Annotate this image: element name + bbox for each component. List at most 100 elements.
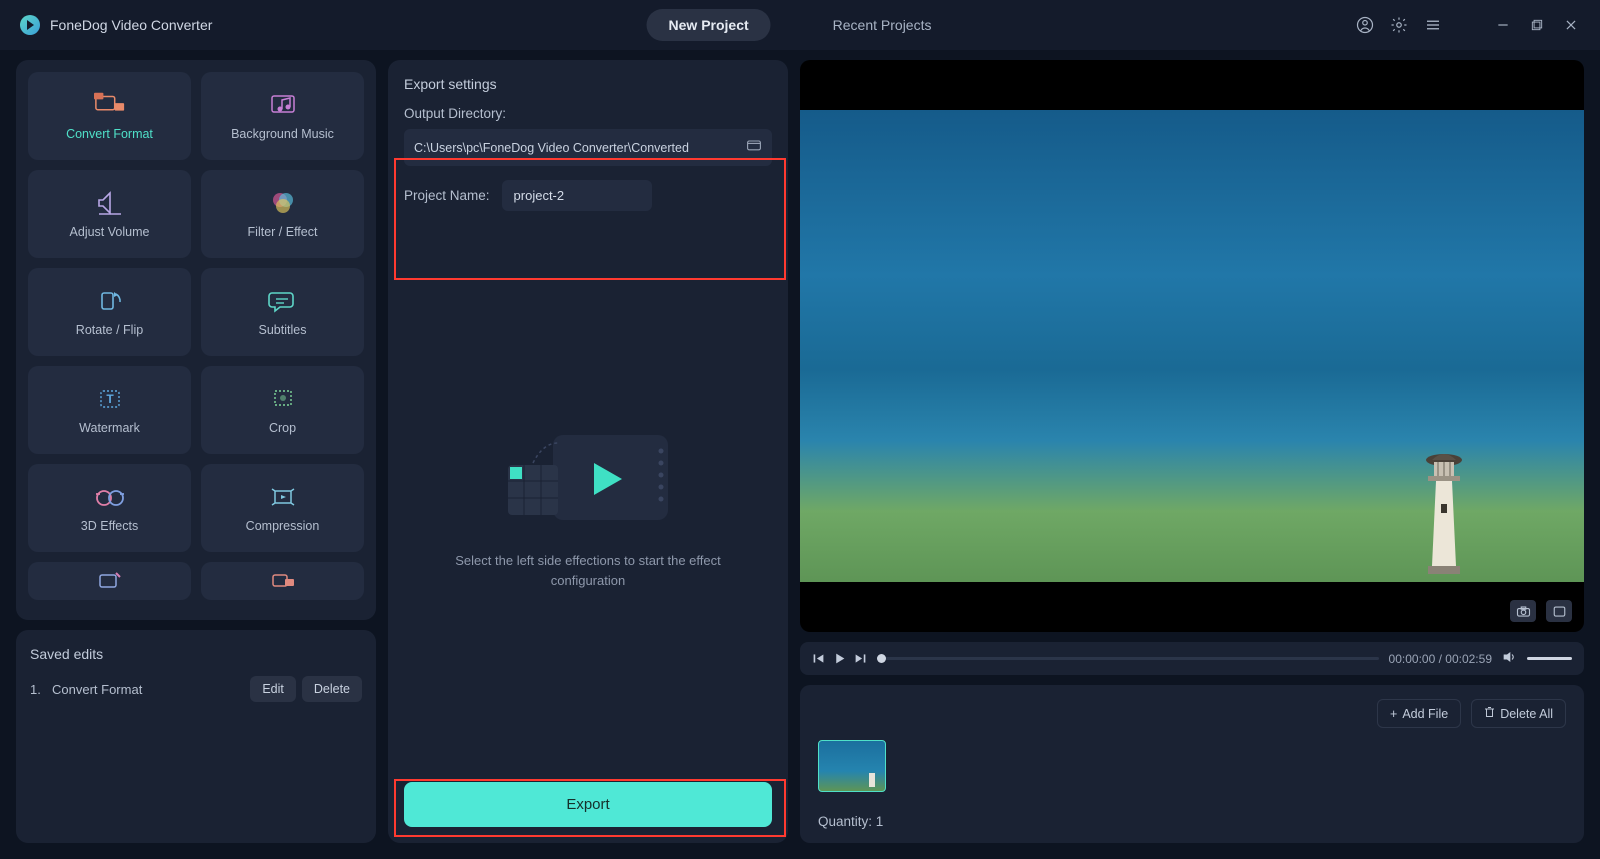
tool-label: Adjust Volume	[70, 225, 150, 239]
tool-label: Convert Format	[66, 127, 153, 141]
tools-panel: Convert Format Background Music Adjust V…	[16, 60, 376, 620]
menu-icon[interactable]	[1424, 16, 1442, 34]
playback-controls	[812, 652, 867, 665]
export-button[interactable]: Export	[404, 782, 772, 827]
trash-icon	[1484, 706, 1495, 721]
music-icon	[267, 91, 299, 119]
app-logo-icon	[20, 15, 40, 35]
tool-extra-1[interactable]	[28, 562, 191, 600]
project-name-label: Project Name:	[404, 188, 490, 203]
files-panel: +Add File Delete All Quantity: 1	[800, 685, 1584, 843]
preview-frame	[800, 110, 1584, 582]
saved-edit-index: 1.	[30, 682, 52, 697]
titlebar-brand: FoneDog Video Converter	[20, 15, 212, 35]
next-icon[interactable]	[854, 652, 867, 665]
tool-label: Compression	[246, 519, 320, 533]
app-title: FoneDog Video Converter	[50, 17, 212, 33]
saved-edit-name: Convert Format	[52, 682, 244, 697]
tool-label: Subtitles	[259, 323, 307, 337]
files-actions: +Add File Delete All	[818, 699, 1566, 728]
crop-icon	[267, 385, 299, 413]
tool-crop[interactable]: Crop	[201, 366, 364, 454]
add-file-button[interactable]: +Add File	[1377, 699, 1461, 728]
convert-format-icon	[94, 91, 126, 119]
project-name-row: Project Name:	[404, 180, 772, 211]
tool-3d-effects[interactable]: 3D Effects	[28, 464, 191, 552]
tool-watermark[interactable]: T Watermark	[28, 366, 191, 454]
volume-icon[interactable]	[1502, 650, 1517, 667]
export-title: Export settings	[404, 76, 772, 92]
tool-filter-effect[interactable]: Filter / Effect	[201, 170, 364, 258]
effect-placeholder: Select the left side effections to start…	[404, 231, 772, 782]
quantity-display: Quantity: 1	[818, 814, 1566, 829]
screenshot-icon[interactable]	[1510, 600, 1536, 622]
project-name-input[interactable]	[502, 180, 652, 211]
tool-rotate-flip[interactable]: Rotate / Flip	[28, 268, 191, 356]
preview-wrapper	[800, 60, 1584, 632]
left-column: Convert Format Background Music Adjust V…	[16, 60, 376, 843]
watermark-icon: T	[94, 385, 126, 413]
close-icon[interactable]	[1562, 16, 1580, 34]
subtitles-icon	[267, 287, 299, 315]
tool-compression[interactable]: Compression	[201, 464, 364, 552]
output-directory-field[interactable]: C:\Users\pc\FoneDog Video Converter\Conv…	[404, 129, 772, 166]
tool-label: Rotate / Flip	[76, 323, 143, 337]
lighthouse-graphic	[1414, 444, 1474, 574]
tool-extra-2[interactable]	[201, 562, 364, 600]
3d-icon	[94, 483, 126, 511]
saved-edits-panel: Saved edits 1. Convert Format Edit Delet…	[16, 630, 376, 843]
file-thumbnail[interactable]	[818, 740, 886, 792]
tool-label: Watermark	[79, 421, 140, 435]
settings-icon[interactable]	[1390, 16, 1408, 34]
placeholder-graphic-icon	[498, 423, 678, 533]
volume-slider[interactable]	[1527, 657, 1572, 660]
tool-label: Filter / Effect	[248, 225, 318, 239]
saved-edits-title: Saved edits	[30, 646, 362, 662]
filter-icon	[267, 189, 299, 217]
preview-overlay-controls	[1510, 600, 1572, 622]
gif-icon	[267, 570, 299, 592]
volume-icon	[94, 189, 126, 217]
rotate-icon	[94, 287, 126, 315]
tools-grid: Convert Format Background Music Adjust V…	[28, 72, 364, 600]
fullscreen-icon[interactable]	[1546, 600, 1572, 622]
video-preview	[800, 60, 1584, 632]
folder-browse-icon[interactable]	[746, 138, 762, 157]
minimize-icon[interactable]	[1494, 16, 1512, 34]
progress-handle[interactable]	[877, 654, 886, 663]
output-directory-label: Output Directory:	[404, 106, 772, 121]
titlebar: FoneDog Video Converter New Project Rece…	[0, 0, 1600, 50]
edit-button[interactable]: Edit	[250, 676, 296, 702]
tab-new-project[interactable]: New Project	[647, 9, 771, 41]
progress-bar[interactable]	[877, 657, 1379, 660]
output-directory-value: C:\Users\pc\FoneDog Video Converter\Conv…	[414, 141, 738, 155]
titlebar-actions	[1356, 16, 1580, 34]
delete-button[interactable]: Delete	[302, 676, 362, 702]
placeholder-hint: Select the left side effections to start…	[404, 551, 772, 590]
tab-recent-projects[interactable]: Recent Projects	[811, 9, 954, 41]
thumbnail-content	[869, 773, 875, 787]
titlebar-tabs: New Project Recent Projects	[647, 9, 954, 41]
tool-subtitles[interactable]: Subtitles	[201, 268, 364, 356]
right-column: 00:00:00 / 00:02:59 +Add File Delete All…	[800, 60, 1584, 843]
tool-background-music[interactable]: Background Music	[201, 72, 364, 160]
tool-convert-format[interactable]: Convert Format	[28, 72, 191, 160]
maximize-icon[interactable]	[1528, 16, 1546, 34]
tool-label: Background Music	[231, 127, 334, 141]
previous-icon[interactable]	[812, 652, 825, 665]
export-settings-panel: Export settings Output Directory: C:\Use…	[388, 60, 788, 843]
tool-label: 3D Effects	[81, 519, 138, 533]
tool-adjust-volume[interactable]: Adjust Volume	[28, 170, 191, 258]
tool-label: Crop	[269, 421, 296, 435]
compression-icon	[267, 483, 299, 511]
plus-icon: +	[1390, 707, 1397, 721]
saved-edit-row: 1. Convert Format Edit Delete	[30, 676, 362, 702]
enhance-icon	[94, 570, 126, 592]
play-icon[interactable]	[833, 652, 846, 665]
svg-text:T: T	[106, 392, 114, 406]
time-display: 00:00:00 / 00:02:59	[1389, 652, 1492, 666]
account-icon[interactable]	[1356, 16, 1374, 34]
playback-bar: 00:00:00 / 00:02:59	[800, 642, 1584, 675]
main-layout: Convert Format Background Music Adjust V…	[0, 50, 1600, 859]
delete-all-button[interactable]: Delete All	[1471, 699, 1566, 728]
